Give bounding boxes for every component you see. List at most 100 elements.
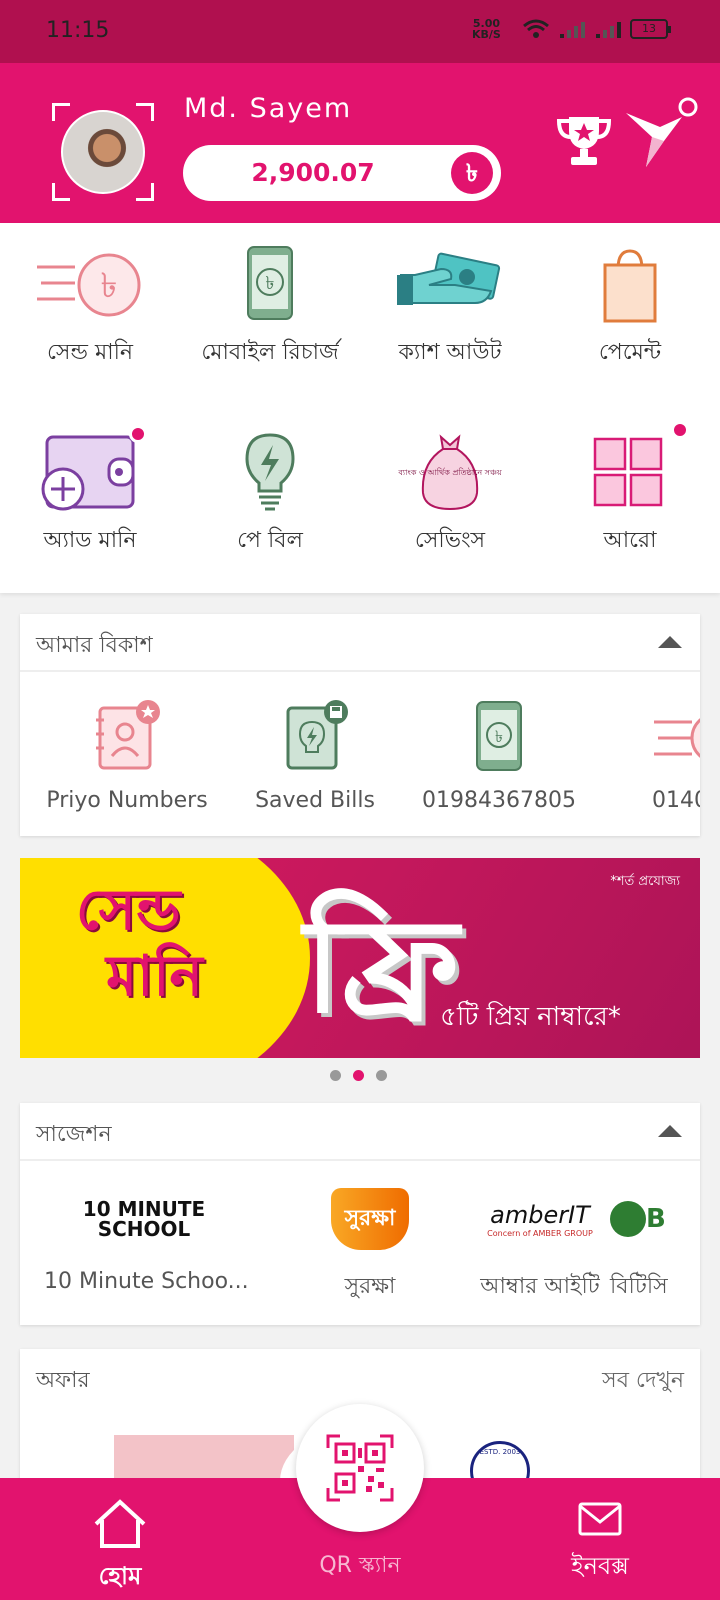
qr-scan-button[interactable] <box>296 1404 424 1532</box>
pay-bill-bulb-icon <box>245 433 295 511</box>
my-bkash-header[interactable]: আমার বিকাশ <box>20 614 700 672</box>
main-actions-panel: ৳ সেন্ড মানি ৳ মোবাইল রিচার্জ ক্যাশ আউট <box>0 223 720 593</box>
mobile-recharge-icon: ৳ <box>247 246 293 320</box>
home-icon <box>94 1499 146 1548</box>
priyo-numbers-item[interactable]: Priyo Numbers <box>32 700 222 813</box>
banner-free-text: ফ্রি <box>304 890 459 1042</box>
nav-home[interactable]: হোম <box>70 1498 170 1598</box>
offers-title: অফার <box>36 1368 90 1393</box>
my-bkash-list: Priyo Numbers Saved Bills ৳ 01984367805 … <box>20 672 700 834</box>
banner-subtitle: ৫টি প্রিয় নাম্বারে* <box>440 1002 621 1032</box>
suggestion-card: সাজেশন 10 MINUTE SCHOOL 10 Minute Schoo.… <box>20 1103 700 1325</box>
carousel-indicator <box>330 1070 387 1081</box>
nav-inbox-label: ইনবক্স <box>571 1552 629 1580</box>
user-name: Md. Sayem <box>184 93 353 124</box>
battery-icon: 13 <box>630 19 671 39</box>
collapse-caret-icon[interactable] <box>658 636 682 648</box>
svg-text:৳: ৳ <box>101 266 118 306</box>
banner-line1: সেন্ড <box>76 878 181 943</box>
my-bkash-title: আমার বিকাশ <box>36 633 153 658</box>
notification-dot <box>129 425 147 443</box>
payment-label: পেমেন্ট <box>598 340 662 365</box>
pay-bill-button[interactable]: পে বিল <box>180 433 360 560</box>
trophy-icon[interactable] <box>555 111 613 169</box>
payment-button[interactable]: পেমেন্ট <box>540 245 720 372</box>
nav-inbox[interactable]: ইনবক্স <box>548 1502 652 1588</box>
promo-banner[interactable]: সেন্ড মানি ফ্রি ৫টি প্রিয় নাম্বারে* *শর… <box>20 858 700 1058</box>
carousel-dot[interactable] <box>330 1070 341 1081</box>
send-money-number-label: 01407 <box>652 788 700 813</box>
offers-header: অফার সব দেখুন <box>20 1349 700 1407</box>
add-money-wallet-icon <box>41 435 135 511</box>
notification-dot <box>671 421 689 439</box>
nav-qr-label[interactable]: QR স্ক্যান <box>290 1548 430 1585</box>
more-button[interactable]: আরো <box>540 421 720 560</box>
send-money-icon: ৳ <box>37 253 141 317</box>
mobile-recharge-button[interactable]: ৳ মোবাইল রিচার্জ <box>180 245 360 372</box>
btc-logo: B <box>610 1187 700 1251</box>
more-label: আরো <box>603 528 657 553</box>
see-all-link[interactable]: সব দেখুন <box>602 1363 684 1400</box>
carousel-dot[interactable] <box>376 1070 387 1081</box>
svg-text:৳: ৳ <box>266 273 275 294</box>
balance-amount: 2,900.07 <box>251 158 375 187</box>
svg-text:৳: ৳ <box>495 727 503 746</box>
add-money-label: অ্যাড মানি <box>43 528 137 553</box>
inbox-mail-icon <box>578 1502 622 1536</box>
banner-title: সেন্ড মানি <box>76 878 203 1010</box>
send-money-number-item[interactable]: 01407 <box>592 700 700 813</box>
my-bkash-card: আমার বিকাশ Priyo Numbers Saved Bills ৳ 0… <box>20 614 700 836</box>
qr-code-icon <box>326 1434 394 1502</box>
send-money-icon <box>654 718 700 758</box>
savings-bag-text: ব্যাংক ও আর্থিক প্রতিষ্ঠানে সঞ্চয় <box>397 467 502 477</box>
speed-unit: KB/S <box>472 28 501 41</box>
mobile-recharge-label: মোবাইল রিচার্জ <box>201 340 339 365</box>
suggestion-10-minute-school[interactable]: 10 MINUTE SCHOOL 10 Minute Schoo... <box>44 1187 249 1294</box>
cash-out-button[interactable]: ক্যাশ আউট <box>360 245 540 372</box>
status-bar: 11:15 5.00 KB/S 13 <box>0 0 720 63</box>
suggestion-header[interactable]: সাজেশন <box>20 1103 700 1161</box>
savings-label: সেভিংস <box>414 528 486 553</box>
send-money-button[interactable]: ৳ সেন্ড মানি <box>0 245 180 372</box>
carousel-dot-active[interactable] <box>353 1070 364 1081</box>
nav-home-label: হোম <box>98 1562 142 1590</box>
bkash-bird-icon[interactable] <box>624 97 702 171</box>
savings-bag-icon: ব্যাংক ও আর্থিক প্রতিষ্ঠানে সঞ্চয় <box>397 434 502 511</box>
profile-avatar-frame[interactable] <box>52 103 154 201</box>
priyo-numbers-label: Priyo Numbers <box>46 788 208 813</box>
add-money-button[interactable]: অ্যাড মানি <box>0 425 180 560</box>
banner-terms: *শর্ত প্রযোজ্য <box>610 874 680 889</box>
collapse-caret-icon[interactable] <box>658 1125 682 1137</box>
cash-out-icon <box>397 252 501 305</box>
network-speed: 5.00 KB/S <box>472 18 501 40</box>
suggestion-label: বিটিসি <box>610 1274 668 1299</box>
saved-bills-icon <box>286 700 348 770</box>
status-icons: 13 <box>522 18 671 40</box>
pay-bill-label: পে বিল <box>237 528 303 553</box>
suggestion-title: সাজেশন <box>36 1122 112 1147</box>
status-time: 11:15 <box>46 18 110 43</box>
savings-button[interactable]: ব্যাংক ও আর্থিক প্রতিষ্ঠানে সঞ্চয় সেভিং… <box>360 433 540 560</box>
send-money-label: সেন্ড মানি <box>46 340 134 365</box>
signal-icon <box>560 22 585 38</box>
suggestion-label: 10 Minute Schoo... <box>44 1269 249 1294</box>
recharge-number-label: 01984367805 <box>422 788 576 813</box>
balance-button[interactable]: 2,900.07 ৳ <box>183 145 501 201</box>
suggestion-btc[interactable]: B বিটিসি <box>610 1187 700 1306</box>
recharge-number-item[interactable]: ৳ 01984367805 <box>404 700 594 813</box>
banner-line2: মানি <box>106 944 203 1009</box>
avatar[interactable] <box>61 110 145 194</box>
cash-out-label: ক্যাশ আউট <box>398 340 502 365</box>
taka-icon[interactable]: ৳ <box>451 152 493 194</box>
wifi-icon <box>523 19 549 38</box>
recharge-phone-icon: ৳ <box>476 701 522 771</box>
saved-bills-item[interactable]: Saved Bills <box>220 700 410 813</box>
saved-bills-label: Saved Bills <box>255 788 375 813</box>
more-grid-icon <box>593 437 663 507</box>
signal-icon-2 <box>596 22 621 38</box>
priyo-contact-icon <box>96 700 160 770</box>
suggestion-list: 10 MINUTE SCHOOL 10 Minute Schoo... সুরক… <box>20 1161 700 1323</box>
payment-bag-icon <box>603 249 657 323</box>
header: Md. Sayem 2,900.07 ৳ <box>0 63 720 223</box>
ten-minute-school-logo: 10 MINUTE SCHOOL <box>82 1197 206 1241</box>
